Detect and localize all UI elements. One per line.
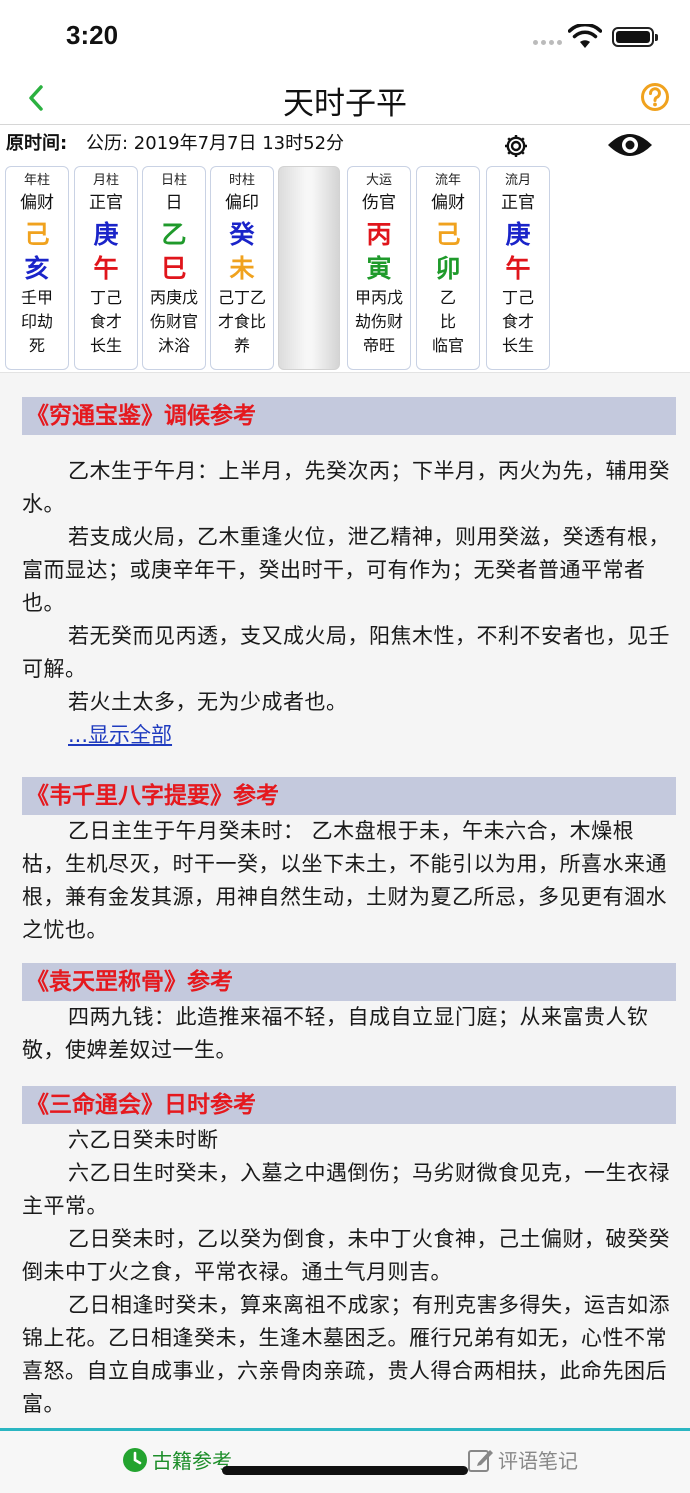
pillar-title: 月柱	[92, 173, 119, 188]
pillar-earthly-branch: 午	[505, 254, 531, 283]
pillar-heavenly-stem: 庚	[93, 220, 119, 249]
pillar-hidden-shishen: 才食比	[217, 312, 266, 331]
pillar-hidden-stems: 甲丙戊	[354, 288, 403, 307]
pillar-shishen: 日	[165, 193, 183, 213]
pillar-title: 大运	[365, 173, 392, 188]
tab-comment-notes[interactable]: 评语笔记	[466, 1445, 578, 1474]
status-bar: 3:20	[0, 0, 690, 76]
pillar-dayun[interactable]: 大运 伤官 丙 寅 甲丙戊 劫伤财 帝旺	[347, 166, 411, 370]
section-yuantiangang: 《袁天罡称骨》参考 四两九钱：此造推来福不轻，自成自立显门庭；从来富贵人钦敬，使…	[22, 963, 676, 1067]
paragraph: 若无癸而见丙透，支又成火局，阳焦木性，不利不安者也，见壬可解。	[22, 624, 670, 681]
pillar-hidden-stems: 丁己	[89, 288, 122, 307]
pillar-hidden-stems: 丁己	[501, 288, 534, 307]
pillar-liunian[interactable]: 流年 偏财 己 卯 乙 比 临官	[416, 166, 480, 370]
bazi-pillars: 年柱 偏财 己 亥 壬甲 印劫 死 月柱 正官 庚 午 丁己 食才 长生 日柱 …	[0, 162, 690, 372]
pillar-hidden-shishen: 食才	[89, 312, 122, 331]
origin-time-row: 原时间: 公历: 2019年7月7日 13时52分	[0, 124, 690, 162]
home-indicator	[222, 1466, 468, 1475]
page-title: 天时子平	[283, 86, 407, 122]
pillar-state: 长生	[501, 336, 534, 355]
pillar-liuyue[interactable]: 流月 正官 庚 午 丁己 食才 长生	[486, 166, 550, 370]
tab-ancient-books[interactable]: 古籍参考	[122, 1445, 232, 1474]
pillar-state: 帝旺	[362, 336, 395, 355]
pillar-hidden-shishen: 劫伤财	[354, 312, 403, 331]
section-header: 《韦千里八字提要》参考	[22, 777, 676, 815]
pillar-divider	[278, 166, 340, 370]
nav-bar: 天时子平	[0, 76, 690, 122]
pillar-earthly-branch: 卯	[435, 254, 461, 283]
pillar-hidden-stems: 壬甲	[20, 288, 53, 307]
pillar-hour[interactable]: 时柱 偏印 癸 未 己丁乙 才食比 养	[210, 166, 274, 370]
tab-label: 评语笔记	[498, 1449, 578, 1473]
origin-time-value: 公历: 2019年7月7日 13时52分	[86, 133, 345, 154]
eye-icon[interactable]	[606, 129, 654, 161]
pillar-month[interactable]: 月柱 正官 庚 午 丁己 食才 长生	[74, 166, 138, 370]
pillar-title: 时柱	[228, 173, 255, 188]
pillar-hidden-shishen: 伤财官	[149, 312, 198, 331]
edit-icon	[468, 1449, 493, 1472]
paragraph: 若支成火局，乙木重逢火位，泄乙精神，则用癸滋，癸透有根，富而显达；或庚辛年干，癸…	[22, 525, 670, 615]
pillar-state: 沐浴	[157, 336, 190, 355]
gear-icon[interactable]	[502, 132, 530, 160]
tab-label: 古籍参考	[152, 1449, 232, 1473]
pillar-earthly-branch: 午	[93, 254, 119, 283]
pillar-state: 死	[28, 336, 45, 355]
pillar-earthly-branch: 巳	[161, 254, 187, 283]
paragraph: 乙日主生于午月癸未时： 乙木盘根于未，午未六合，木燥根枯，生机尽灭，时干一癸，以…	[22, 819, 667, 942]
section-qiongtong: 《穷通宝鉴》调候参考 乙木生于午月：上半月，先癸次丙；下半月，丙火为先，辅用癸水…	[22, 397, 676, 752]
paragraph: 若火土太多，无为少成者也。	[68, 690, 348, 714]
pillar-title: 流年	[434, 173, 461, 188]
pillar-heavenly-stem: 癸	[229, 220, 255, 249]
pillar-year[interactable]: 年柱 偏财 己 亥 壬甲 印劫 死	[5, 166, 69, 370]
pillar-shishen: 伤官	[362, 193, 396, 213]
section-sanming: 《三命通会》日时参考 六乙日癸未时断 六乙日生时癸未，入墓之中遇倒伤；马劣财微食…	[22, 1086, 676, 1421]
pillar-title: 年柱	[23, 173, 50, 188]
pillar-hidden-stems: 乙	[439, 288, 456, 307]
pillar-state: 养	[233, 336, 250, 355]
pillar-heavenly-stem: 丙	[366, 220, 392, 249]
pillar-hidden-stems: 丙庚戊	[149, 288, 198, 307]
pillar-hidden-shishen: 比	[439, 312, 456, 331]
pillar-heavenly-stem: 乙	[161, 220, 187, 249]
pillar-earthly-branch: 寅	[366, 254, 392, 283]
pillar-title: 流月	[504, 173, 531, 188]
pillar-heavenly-stem: 己	[435, 220, 461, 249]
clock-icon	[123, 1447, 147, 1472]
section-header: 《穷通宝鉴》调候参考	[22, 397, 676, 435]
paragraph: 乙木生于午月：上半月，先癸次丙；下半月，丙火为先，辅用癸水。	[22, 459, 670, 516]
signal-icon	[533, 40, 562, 45]
pillar-state: 长生	[89, 336, 122, 355]
pillar-title: 日柱	[160, 173, 187, 188]
pillar-earthly-branch: 亥	[24, 254, 50, 283]
section-header: 《袁天罡称骨》参考	[22, 963, 676, 1001]
pillar-state: 临官	[431, 336, 464, 355]
pillar-shishen: 偏财	[20, 193, 54, 213]
battery-icon	[612, 27, 658, 47]
reference-content[interactable]: 《穷通宝鉴》调候参考 乙木生于午月：上半月，先癸次丙；下半月，丙火为先，辅用癸水…	[0, 372, 690, 1428]
pillar-heavenly-stem: 己	[24, 220, 50, 249]
paragraph: 乙日相逢时癸未，算来离祖不成家；有刑克害多得失，运吉如添锦上花。乙日相逢癸未，生…	[22, 1293, 670, 1416]
pillar-shishen: 正官	[89, 193, 123, 213]
section-header: 《三命通会》日时参考	[22, 1086, 676, 1124]
pillar-earthly-branch: 未	[229, 254, 255, 283]
pillar-hidden-shishen: 食才	[501, 312, 534, 331]
pillar-shishen: 偏印	[225, 193, 259, 213]
section-weiqianli: 《韦千里八字提要》参考 乙日主生于午月癸未时： 乙木盘根于未，午未六合，木燥根枯…	[22, 777, 676, 947]
tab-bar: 古籍参考 评语笔记	[0, 1428, 690, 1493]
pillar-shishen: 偏财	[431, 193, 465, 213]
paragraph: 六乙日癸未时断	[68, 1128, 219, 1152]
pillar-hidden-shishen: 印劫	[20, 312, 53, 331]
show-all-link[interactable]: ...显示全部	[22, 719, 676, 752]
origin-time-label: 原时间:	[6, 133, 68, 154]
paragraph: 四两九钱：此造推来福不轻，自成自立显门庭；从来富贵人钦敬，使婢差奴过一生。	[22, 1005, 649, 1062]
pillar-shishen: 正官	[501, 193, 535, 213]
paragraph: 六乙日生时癸未，入墓之中遇倒伤；马劣财微食见克，一生衣禄主平常。	[22, 1161, 670, 1218]
help-icon[interactable]	[640, 82, 670, 112]
pillar-heavenly-stem: 庚	[505, 220, 531, 249]
wifi-icon	[568, 24, 602, 48]
paragraph: 乙日癸未时，乙以癸为倒食，未中丁火食神，己土偏财，破癸癸倒未中丁火之食，平常衣禄…	[22, 1227, 670, 1284]
pillar-day[interactable]: 日柱 日 乙 巳 丙庚戊 伤财官 沐浴	[142, 166, 206, 370]
pillar-hidden-stems: 己丁乙	[217, 288, 266, 307]
status-time: 3:20	[66, 20, 119, 50]
